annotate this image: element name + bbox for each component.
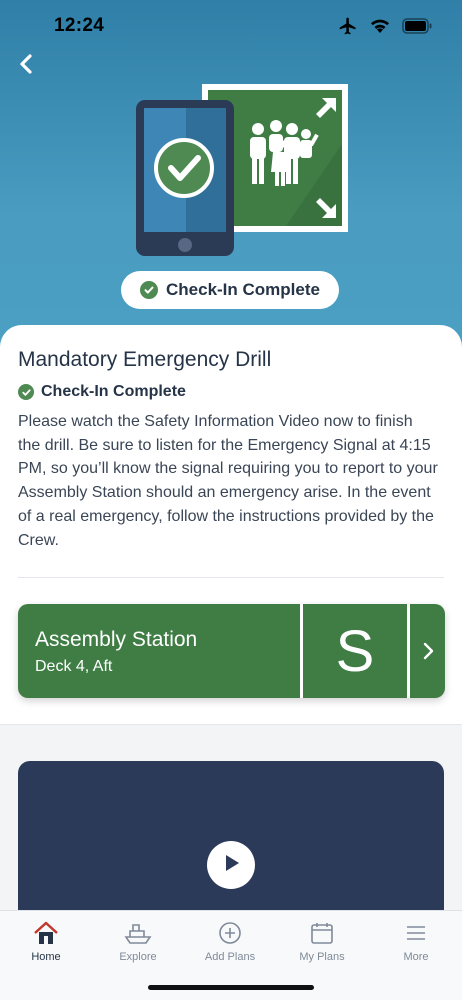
ship-icon xyxy=(123,919,153,947)
checkin-complete-pill: Check-In Complete xyxy=(121,271,339,309)
tab-my-plans[interactable]: My Plans xyxy=(276,911,368,971)
check-circle-icon xyxy=(140,281,158,299)
drill-status-label: Check-In Complete xyxy=(41,383,186,400)
house-icon xyxy=(32,919,60,947)
menu-icon xyxy=(403,919,429,947)
back-button[interactable] xyxy=(12,52,40,80)
home-indicator xyxy=(148,985,314,990)
checkin-pill-label: Check-In Complete xyxy=(166,280,320,299)
assembly-station-location: Deck 4, Aft xyxy=(35,658,113,675)
airplane-icon xyxy=(338,16,358,41)
assembly-station-card[interactable]: Assembly Station Deck 4, Aft S xyxy=(18,604,445,698)
tab-label: Home xyxy=(31,951,61,963)
drill-status: Check-In Complete xyxy=(18,383,186,401)
tab-more[interactable]: More xyxy=(370,911,462,971)
check-circle-icon xyxy=(18,384,34,400)
assembly-station-title: Assembly Station xyxy=(35,628,198,651)
assembly-station-letter: S xyxy=(335,618,375,684)
plus-circle-icon xyxy=(217,919,243,947)
chevron-left-icon xyxy=(18,53,34,80)
tab-label: Explore xyxy=(119,951,157,963)
tab-add-plans[interactable]: Add Plans xyxy=(184,911,276,971)
wifi-icon xyxy=(370,18,390,39)
tab-label: Add Plans xyxy=(204,951,256,963)
status-icons xyxy=(338,16,432,41)
drill-description: Please watch the Safety Information Vide… xyxy=(18,413,438,549)
status-bar: 12:24 xyxy=(0,0,462,54)
tab-label: More xyxy=(403,951,429,963)
battery-icon xyxy=(402,18,432,39)
tab-home[interactable]: Home xyxy=(0,911,92,971)
tab-label: My Plans xyxy=(299,951,345,963)
status-time: 12:24 xyxy=(54,15,105,36)
tab-explore[interactable]: Explore xyxy=(92,911,184,971)
chevron-right-icon xyxy=(410,604,445,698)
calendar-icon xyxy=(309,919,335,947)
divider xyxy=(18,577,444,578)
play-button[interactable] xyxy=(207,841,255,889)
page-title: Mandatory Emergency Drill xyxy=(18,348,272,371)
play-icon xyxy=(221,852,241,879)
muster-illustration xyxy=(136,84,350,260)
